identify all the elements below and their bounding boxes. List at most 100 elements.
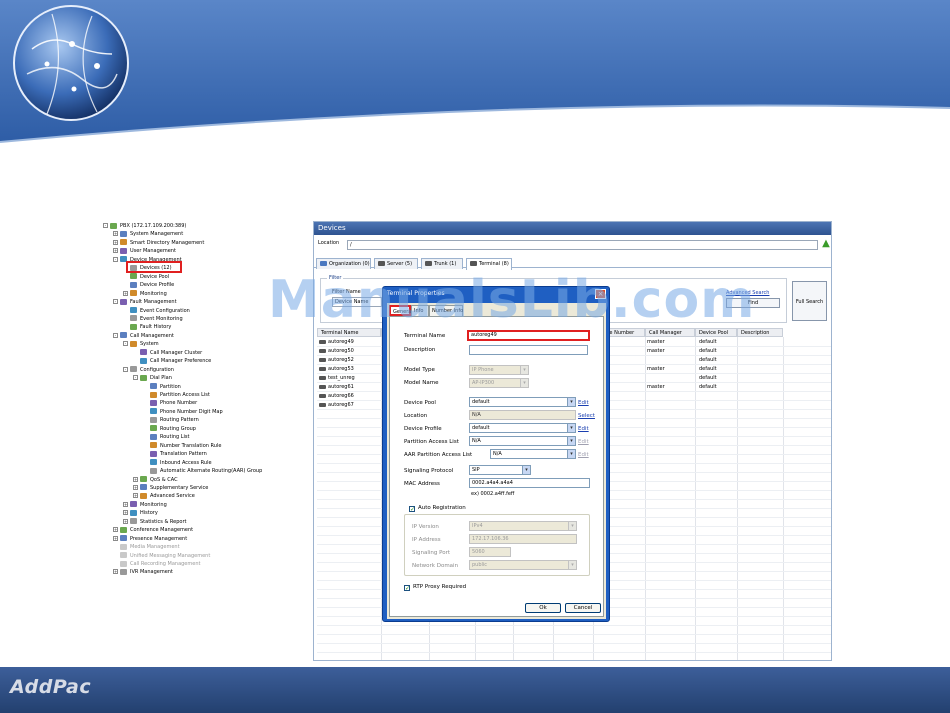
tab-terminal[interactable]: Terminal (8) — [466, 258, 512, 270]
tree-item[interactable]: + Presence Management — [113, 535, 187, 543]
collapse-icon[interactable]: - — [123, 366, 128, 372]
collapse-icon[interactable]: - — [133, 375, 138, 381]
device-profile-select[interactable]: default ▾ — [469, 423, 576, 433]
tree-item[interactable]: Device Profile — [123, 281, 174, 289]
mac-address-input[interactable]: 0002.a4a4.a4a4 — [469, 478, 590, 488]
column-header[interactable]: Description — [737, 328, 783, 337]
tree-item[interactable]: Unified Messaging Management — [113, 552, 210, 560]
tree-item[interactable]: - System — [123, 340, 159, 348]
rtp-proxy-checkbox[interactable]: ✓ — [404, 585, 410, 592]
table-row[interactable]: autoreg67 — [319, 401, 354, 410]
tree-item[interactable]: - Fault Management — [113, 298, 177, 306]
tab-organization[interactable]: Organization (0) — [316, 258, 371, 269]
tree-item[interactable]: - PBX (172.17.109.200:389) — [103, 222, 186, 230]
tree-item[interactable]: + Advanced Service — [133, 492, 195, 500]
expand-icon[interactable]: + — [113, 239, 118, 245]
collapse-icon[interactable]: - — [103, 223, 108, 228]
tree-item[interactable]: + System Management — [113, 230, 183, 238]
tab-number-info[interactable]: Number Info — [429, 305, 463, 316]
tree-item[interactable]: Event Configuration — [123, 307, 190, 315]
device-pool-edit-link[interactable]: Edit — [578, 400, 589, 406]
expand-icon[interactable]: + — [123, 501, 128, 507]
tree-item[interactable]: - Dial Plan — [133, 374, 172, 382]
collapse-icon[interactable]: - — [113, 256, 118, 262]
tree-item[interactable]: Call Manager Cluster — [133, 349, 202, 357]
advanced-search-link[interactable]: Advanced Search — [726, 290, 769, 296]
tab-general[interactable]: General — [389, 305, 413, 316]
tree-item[interactable]: Call Manager Preference — [133, 357, 211, 365]
tab-server[interactable]: Server (5) — [374, 258, 418, 269]
tree-item[interactable]: Call Recording Management — [113, 560, 200, 568]
tree-item[interactable]: Number Translation Rule — [143, 442, 221, 450]
aar-acl-edit-link[interactable]: Edit — [578, 452, 589, 458]
terminal-name-input[interactable]: autoreg49 — [467, 330, 590, 341]
location-select-link[interactable]: Select — [578, 413, 595, 419]
tree-item[interactable]: Automatic Alternate Routing(AAR) Group — [143, 467, 262, 475]
tree-item[interactable]: + QoS & CAC — [133, 476, 178, 484]
table-row[interactable]: autoreg61 — [319, 383, 354, 392]
device-profile-edit-link[interactable]: Edit — [578, 426, 589, 432]
expand-icon[interactable]: + — [133, 476, 138, 482]
tree-item[interactable]: + IVR Management — [113, 568, 173, 576]
tree-item[interactable]: Fault History — [123, 323, 171, 331]
tree-item[interactable]: Media Management — [113, 543, 180, 551]
column-header[interactable]: Device Pool — [695, 328, 737, 337]
up-arrow-icon[interactable]: ▲ — [821, 239, 831, 249]
table-row[interactable]: autoreg53 — [319, 365, 354, 374]
expand-icon[interactable]: + — [123, 290, 128, 296]
expand-icon[interactable]: + — [113, 248, 118, 254]
table-row[interactable]: autoreg52 — [319, 356, 354, 365]
expand-icon[interactable]: + — [123, 518, 128, 524]
partition-acl-select[interactable]: N/A ▾ — [469, 436, 576, 446]
table-row[interactable]: autoreg50 — [319, 347, 354, 356]
table-row[interactable]: test_unreg — [319, 374, 355, 383]
expand-icon[interactable]: + — [113, 569, 118, 575]
table-row[interactable]: autoreg49 — [319, 338, 354, 347]
tree-item[interactable]: + User Management — [113, 247, 176, 255]
tree-item[interactable]: + Supplementary Service — [133, 484, 208, 492]
tree-item[interactable]: Inbound Access Rule — [143, 459, 212, 467]
expand-icon[interactable]: + — [113, 527, 118, 533]
collapse-icon[interactable]: - — [123, 341, 128, 347]
tree-item[interactable]: + History — [123, 509, 158, 517]
device-pool-select[interactable]: default ▾ — [469, 397, 576, 407]
tree-item[interactable]: Partition — [143, 383, 181, 391]
tab-trunk[interactable]: Trunk (1) — [421, 258, 463, 269]
expand-icon[interactable]: + — [133, 493, 138, 499]
tree-item[interactable]: Event Monitoring — [123, 315, 183, 323]
tree-item[interactable]: Routing Pattern — [143, 416, 199, 424]
tree-item[interactable]: + Statistics & Report — [123, 518, 187, 526]
auto-registration-checkbox[interactable]: ✓ — [409, 506, 415, 513]
expand-icon[interactable]: + — [123, 510, 128, 516]
location-input[interactable]: / — [347, 240, 818, 250]
close-icon[interactable]: × — [595, 289, 606, 299]
tree-item[interactable]: Phone Number — [143, 399, 197, 407]
tab-info[interactable]: Info — [411, 305, 429, 316]
expand-icon[interactable]: + — [113, 231, 118, 237]
tree-item[interactable]: Translation Pattern — [143, 450, 207, 458]
tree-item[interactable]: Device Pool — [123, 273, 169, 281]
expand-icon[interactable]: + — [133, 484, 138, 490]
collapse-icon[interactable]: - — [113, 299, 118, 305]
tree-item[interactable]: + Conference Management — [113, 526, 193, 534]
tree-item[interactable]: Phone Number Digit Map — [143, 408, 223, 416]
ok-button[interactable]: Ok — [525, 603, 561, 613]
table-row[interactable]: autoreg66 — [319, 392, 354, 401]
tree-item[interactable]: + Smart Directory Management — [113, 239, 204, 247]
collapse-icon[interactable]: - — [113, 332, 118, 338]
tree-item[interactable]: Partition Access List — [143, 391, 210, 399]
cancel-button[interactable]: Cancel — [565, 603, 601, 613]
partition-acl-edit-link[interactable]: Edit — [578, 439, 589, 445]
tree-item[interactable]: Routing List — [143, 433, 190, 441]
signaling-protocol-select[interactable]: SIP ▾ — [469, 465, 531, 475]
find-button[interactable]: Find — [726, 298, 780, 308]
filter-name-select[interactable]: Device Name — [332, 297, 382, 307]
tree-item[interactable]: + Monitoring — [123, 290, 167, 298]
tree-item[interactable]: + Monitoring — [123, 501, 167, 509]
description-input[interactable] — [469, 345, 588, 355]
tree-item[interactable]: Routing Group — [143, 425, 196, 433]
column-header[interactable]: Call Manager — [645, 328, 695, 337]
aar-acl-select[interactable]: N/A ▾ — [490, 449, 576, 459]
column-header[interactable]: Terminal Name — [317, 328, 381, 337]
full-search-button[interactable]: Full Search — [792, 281, 827, 321]
